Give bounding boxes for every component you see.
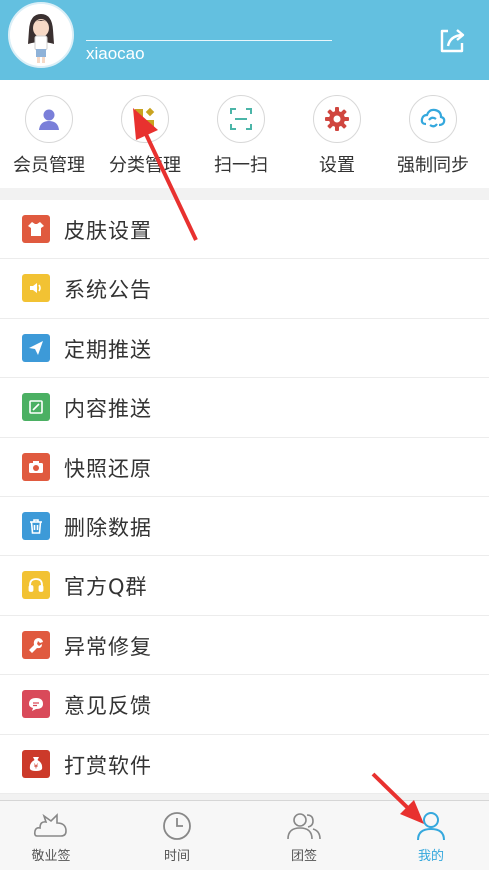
profile-header: xiaocao: [0, 0, 489, 80]
quick-label: 会员管理: [13, 155, 85, 176]
money-bag-icon: ¥: [22, 749, 50, 778]
share-button[interactable]: [434, 22, 470, 58]
list-item-system-notice[interactable]: 系统公告: [0, 259, 489, 319]
sync-icon: [409, 95, 457, 143]
quick-force-sync[interactable]: 强制同步: [385, 95, 481, 177]
quick-member-management[interactable]: 会员管理: [1, 95, 97, 177]
gear-icon: [313, 95, 361, 143]
cloud-icon: [33, 813, 67, 837]
name-underline: [86, 40, 332, 41]
tab-mine[interactable]: 我的: [381, 811, 481, 864]
clock-icon: [163, 812, 191, 840]
trash-icon: [22, 511, 50, 540]
speaker-icon: [22, 274, 50, 303]
quick-category-management[interactable]: 分类管理: [97, 95, 193, 177]
category-icon: [121, 95, 169, 143]
list-item-label: 皮肤设置: [64, 219, 152, 243]
quick-label: 扫一扫: [214, 155, 268, 176]
tab-team[interactable]: 团签: [254, 811, 354, 864]
quick-label: 分类管理: [109, 155, 181, 176]
bottom-tab-bar: 敬业签 时间 团签 我的: [0, 800, 489, 870]
list-item-scheduled-push[interactable]: 定期推送: [0, 319, 489, 379]
wrench-icon: [22, 630, 50, 659]
person-icon: [417, 812, 445, 841]
list-item-label: 打赏软件: [64, 753, 152, 778]
list-item-skin-settings[interactable]: 皮肤设置: [0, 200, 489, 260]
member-icon: [25, 95, 73, 143]
list-item-feedback[interactable]: 意见反馈: [0, 675, 489, 735]
list-item-label: 官方Q群: [64, 575, 148, 600]
list-item-snapshot-restore[interactable]: 快照还原: [0, 438, 489, 497]
avatar-image: [10, 4, 72, 66]
list-item-label: 意见反馈: [64, 694, 152, 719]
list-item-label: 异常修复: [64, 634, 152, 659]
list-item-donate[interactable]: ¥ 打赏软件: [0, 735, 489, 794]
tab-time[interactable]: 时间: [127, 811, 227, 864]
shirt-icon: [22, 215, 50, 243]
camera-icon: [22, 452, 50, 481]
tab-label: 团签: [290, 849, 317, 864]
list-item-label: 内容推送: [64, 397, 152, 422]
tab-label: 敬业签: [31, 849, 71, 864]
scan-icon: [217, 95, 265, 143]
list-item-label: 删除数据: [64, 515, 152, 540]
settings-list: 皮肤设置 系统公告 定期推送 内容推送 快照还原 删除数据 官方Q群 异常修复 …: [0, 200, 489, 794]
quick-actions: 会员管理 分类管理 扫一扫 设置 强制同步: [0, 80, 489, 188]
quick-label: 设置: [319, 155, 355, 176]
list-item-delete-data[interactable]: 删除数据: [0, 497, 489, 557]
share-icon: [440, 29, 465, 53]
list-item-content-push[interactable]: 内容推送: [0, 378, 489, 438]
list-item-label: 定期推送: [64, 337, 152, 362]
paper-plane-icon: [22, 333, 50, 362]
list-item-official-qq-group[interactable]: 官方Q群: [0, 556, 489, 616]
edit-icon: [22, 393, 50, 422]
tab-jingyeqian[interactable]: 敬业签: [1, 811, 101, 864]
tab-label: 我的: [417, 849, 444, 864]
username[interactable]: xiaocao: [86, 44, 145, 64]
headset-icon: [22, 571, 50, 600]
group-icon: [287, 813, 321, 840]
chat-icon: [22, 690, 50, 719]
quick-settings[interactable]: 设置: [289, 95, 385, 177]
quick-scan[interactable]: 扫一扫: [193, 95, 289, 177]
list-item-label: 系统公告: [64, 278, 152, 303]
list-item-error-repair[interactable]: 异常修复: [0, 616, 489, 676]
list-item-label: 快照还原: [64, 456, 152, 481]
tab-label: 时间: [163, 849, 190, 864]
avatar[interactable]: [8, 2, 74, 68]
quick-label: 强制同步: [397, 155, 469, 176]
svg-text:¥: ¥: [34, 762, 39, 770]
